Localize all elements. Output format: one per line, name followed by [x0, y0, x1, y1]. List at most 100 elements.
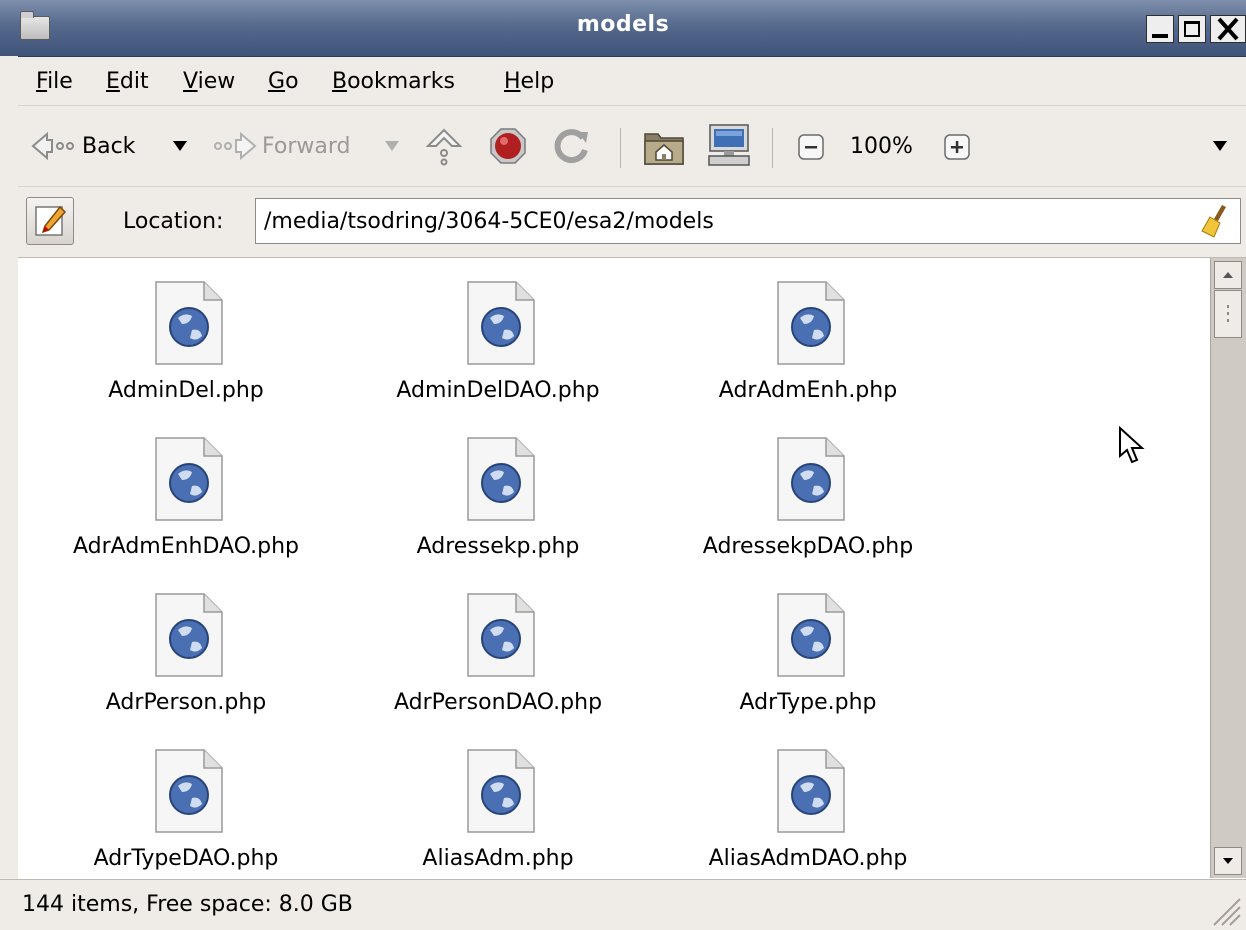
mouse-pointer-icon	[1119, 426, 1145, 464]
file-item[interactable]: AdrType.php	[658, 570, 958, 720]
php-file-icon	[155, 437, 223, 521]
maximize-button[interactable]	[1178, 15, 1206, 43]
clear-location-button[interactable]	[1198, 203, 1232, 243]
window-border	[0, 56, 18, 930]
file-name: AdrType.php	[739, 690, 877, 715]
php-file-icon	[777, 749, 845, 833]
location-label: Location:	[123, 209, 224, 234]
arrow-down-icon	[1223, 858, 1233, 864]
zoom-in-icon	[944, 134, 970, 160]
title-bar[interactable]: models	[0, 0, 1246, 57]
file-item[interactable]: AliasAdmDAO.php	[658, 726, 958, 876]
minimize-icon	[1152, 34, 1168, 38]
resize-grip-icon[interactable]	[1208, 893, 1242, 927]
menu-go[interactable]: Go	[268, 69, 299, 94]
zoom-out-button[interactable]	[798, 134, 824, 160]
computer-icon	[708, 124, 750, 166]
menu-file[interactable]: File	[36, 69, 73, 94]
menu-view[interactable]: View	[183, 69, 235, 94]
file-item[interactable]: Adressekp.php	[348, 414, 648, 564]
file-name: AdressekpDAO.php	[702, 534, 914, 559]
file-icon-view[interactable]: AdminDel.php AdminDelDAO.php AdrAdmEnh.p…	[18, 258, 1210, 878]
php-file-icon	[467, 437, 535, 521]
file-name: AdrPersonDAO.php	[393, 690, 603, 715]
zoom-out-icon	[798, 134, 824, 160]
close-button[interactable]	[1210, 15, 1246, 43]
file-item[interactable]: AdrTypeDAO.php	[36, 726, 336, 876]
file-name: AdrAdmEnh.php	[718, 378, 898, 403]
scrollbar-thumb[interactable]	[1214, 290, 1242, 338]
computer-button[interactable]	[706, 122, 752, 168]
maximize-icon	[1184, 21, 1200, 37]
grip-icon	[1227, 305, 1229, 322]
back-history-dropdown[interactable]	[172, 140, 188, 152]
file-item[interactable]: AdminDelDAO.php	[348, 258, 648, 408]
file-name: AdrAdmEnhDAO.php	[72, 534, 300, 559]
php-file-icon	[155, 281, 223, 365]
forward-button[interactable]: Forward	[210, 130, 350, 162]
status-text: 144 items, Free space: 8.0 GB	[22, 892, 353, 917]
location-bar: Location:	[0, 187, 1246, 258]
toolbar: Back Forward 100%	[0, 106, 1246, 187]
php-file-icon	[155, 593, 223, 677]
file-name: AdminDel.php	[108, 378, 264, 403]
chevron-down-icon	[1213, 141, 1227, 151]
stop-icon	[490, 128, 526, 164]
file-item[interactable]: AdressekpDAO.php	[658, 414, 958, 564]
file-item[interactable]: AdminDel.php	[36, 258, 336, 408]
file-name: AdminDelDAO.php	[396, 378, 600, 403]
back-arrow-icon	[31, 131, 74, 161]
php-file-icon	[467, 749, 535, 833]
file-name: AliasAdmDAO.php	[708, 846, 908, 871]
reload-icon	[554, 129, 588, 164]
zoom-level[interactable]: 100%	[850, 134, 913, 159]
scroll-down-button[interactable]	[1214, 847, 1242, 875]
file-name: AdrPerson.php	[105, 690, 267, 715]
back-button[interactable]: Back	[30, 130, 135, 162]
file-item[interactable]: AdrAdmEnhDAO.php	[36, 414, 336, 564]
forward-arrow-icon	[214, 131, 257, 161]
file-item[interactable]: AliasAdm.php	[348, 726, 648, 876]
stop-button[interactable]	[488, 126, 528, 166]
php-file-icon	[467, 593, 535, 677]
toggle-location-entry-button[interactable]	[26, 197, 74, 245]
minimize-button[interactable]	[1146, 15, 1174, 43]
file-name: AdrTypeDAO.php	[93, 846, 279, 871]
menu-help[interactable]: Help	[504, 69, 554, 94]
file-name: Adressekp.php	[416, 534, 580, 559]
close-icon	[1217, 17, 1239, 41]
php-file-icon	[467, 281, 535, 365]
forward-history-dropdown[interactable]	[384, 140, 400, 152]
scroll-up-button[interactable]	[1214, 261, 1242, 289]
menu-bar: File Edit View Go Bookmarks Help	[0, 57, 1246, 106]
broom-icon	[1201, 205, 1226, 238]
zoom-in-button[interactable]	[944, 134, 970, 160]
up-arrow-icon	[425, 128, 463, 166]
file-item[interactable]: AdrAdmEnh.php	[658, 258, 958, 408]
php-file-icon	[155, 749, 223, 833]
menu-bookmarks[interactable]: Bookmarks	[332, 69, 455, 94]
file-name: AliasAdm.php	[422, 846, 574, 871]
pencil-notepad-icon	[35, 205, 67, 236]
toolbar-separator	[620, 128, 621, 168]
toolbar-separator	[772, 128, 773, 168]
home-folder-icon	[644, 133, 684, 165]
vertical-scrollbar[interactable]	[1210, 258, 1246, 878]
toolbar-overflow-dropdown[interactable]	[1212, 140, 1228, 152]
php-file-icon	[777, 593, 845, 677]
php-file-icon	[777, 437, 845, 521]
reload-button[interactable]	[552, 126, 592, 166]
menu-edit[interactable]: Edit	[106, 69, 149, 94]
chevron-down-icon	[173, 141, 187, 151]
file-item[interactable]: AdrPersonDAO.php	[348, 570, 648, 720]
php-file-icon	[777, 281, 845, 365]
location-input[interactable]	[255, 198, 1241, 244]
up-button[interactable]	[424, 126, 464, 166]
window-title: models	[576, 12, 670, 37]
arrow-up-icon	[1223, 272, 1233, 278]
file-manager-window: models File Edit View Go Bookmarks Help …	[0, 0, 1246, 930]
status-bar: 144 items, Free space: 8.0 GB	[0, 879, 1246, 930]
file-item[interactable]: AdrPerson.php	[36, 570, 336, 720]
home-button[interactable]	[642, 124, 686, 168]
chevron-down-icon	[385, 141, 399, 151]
